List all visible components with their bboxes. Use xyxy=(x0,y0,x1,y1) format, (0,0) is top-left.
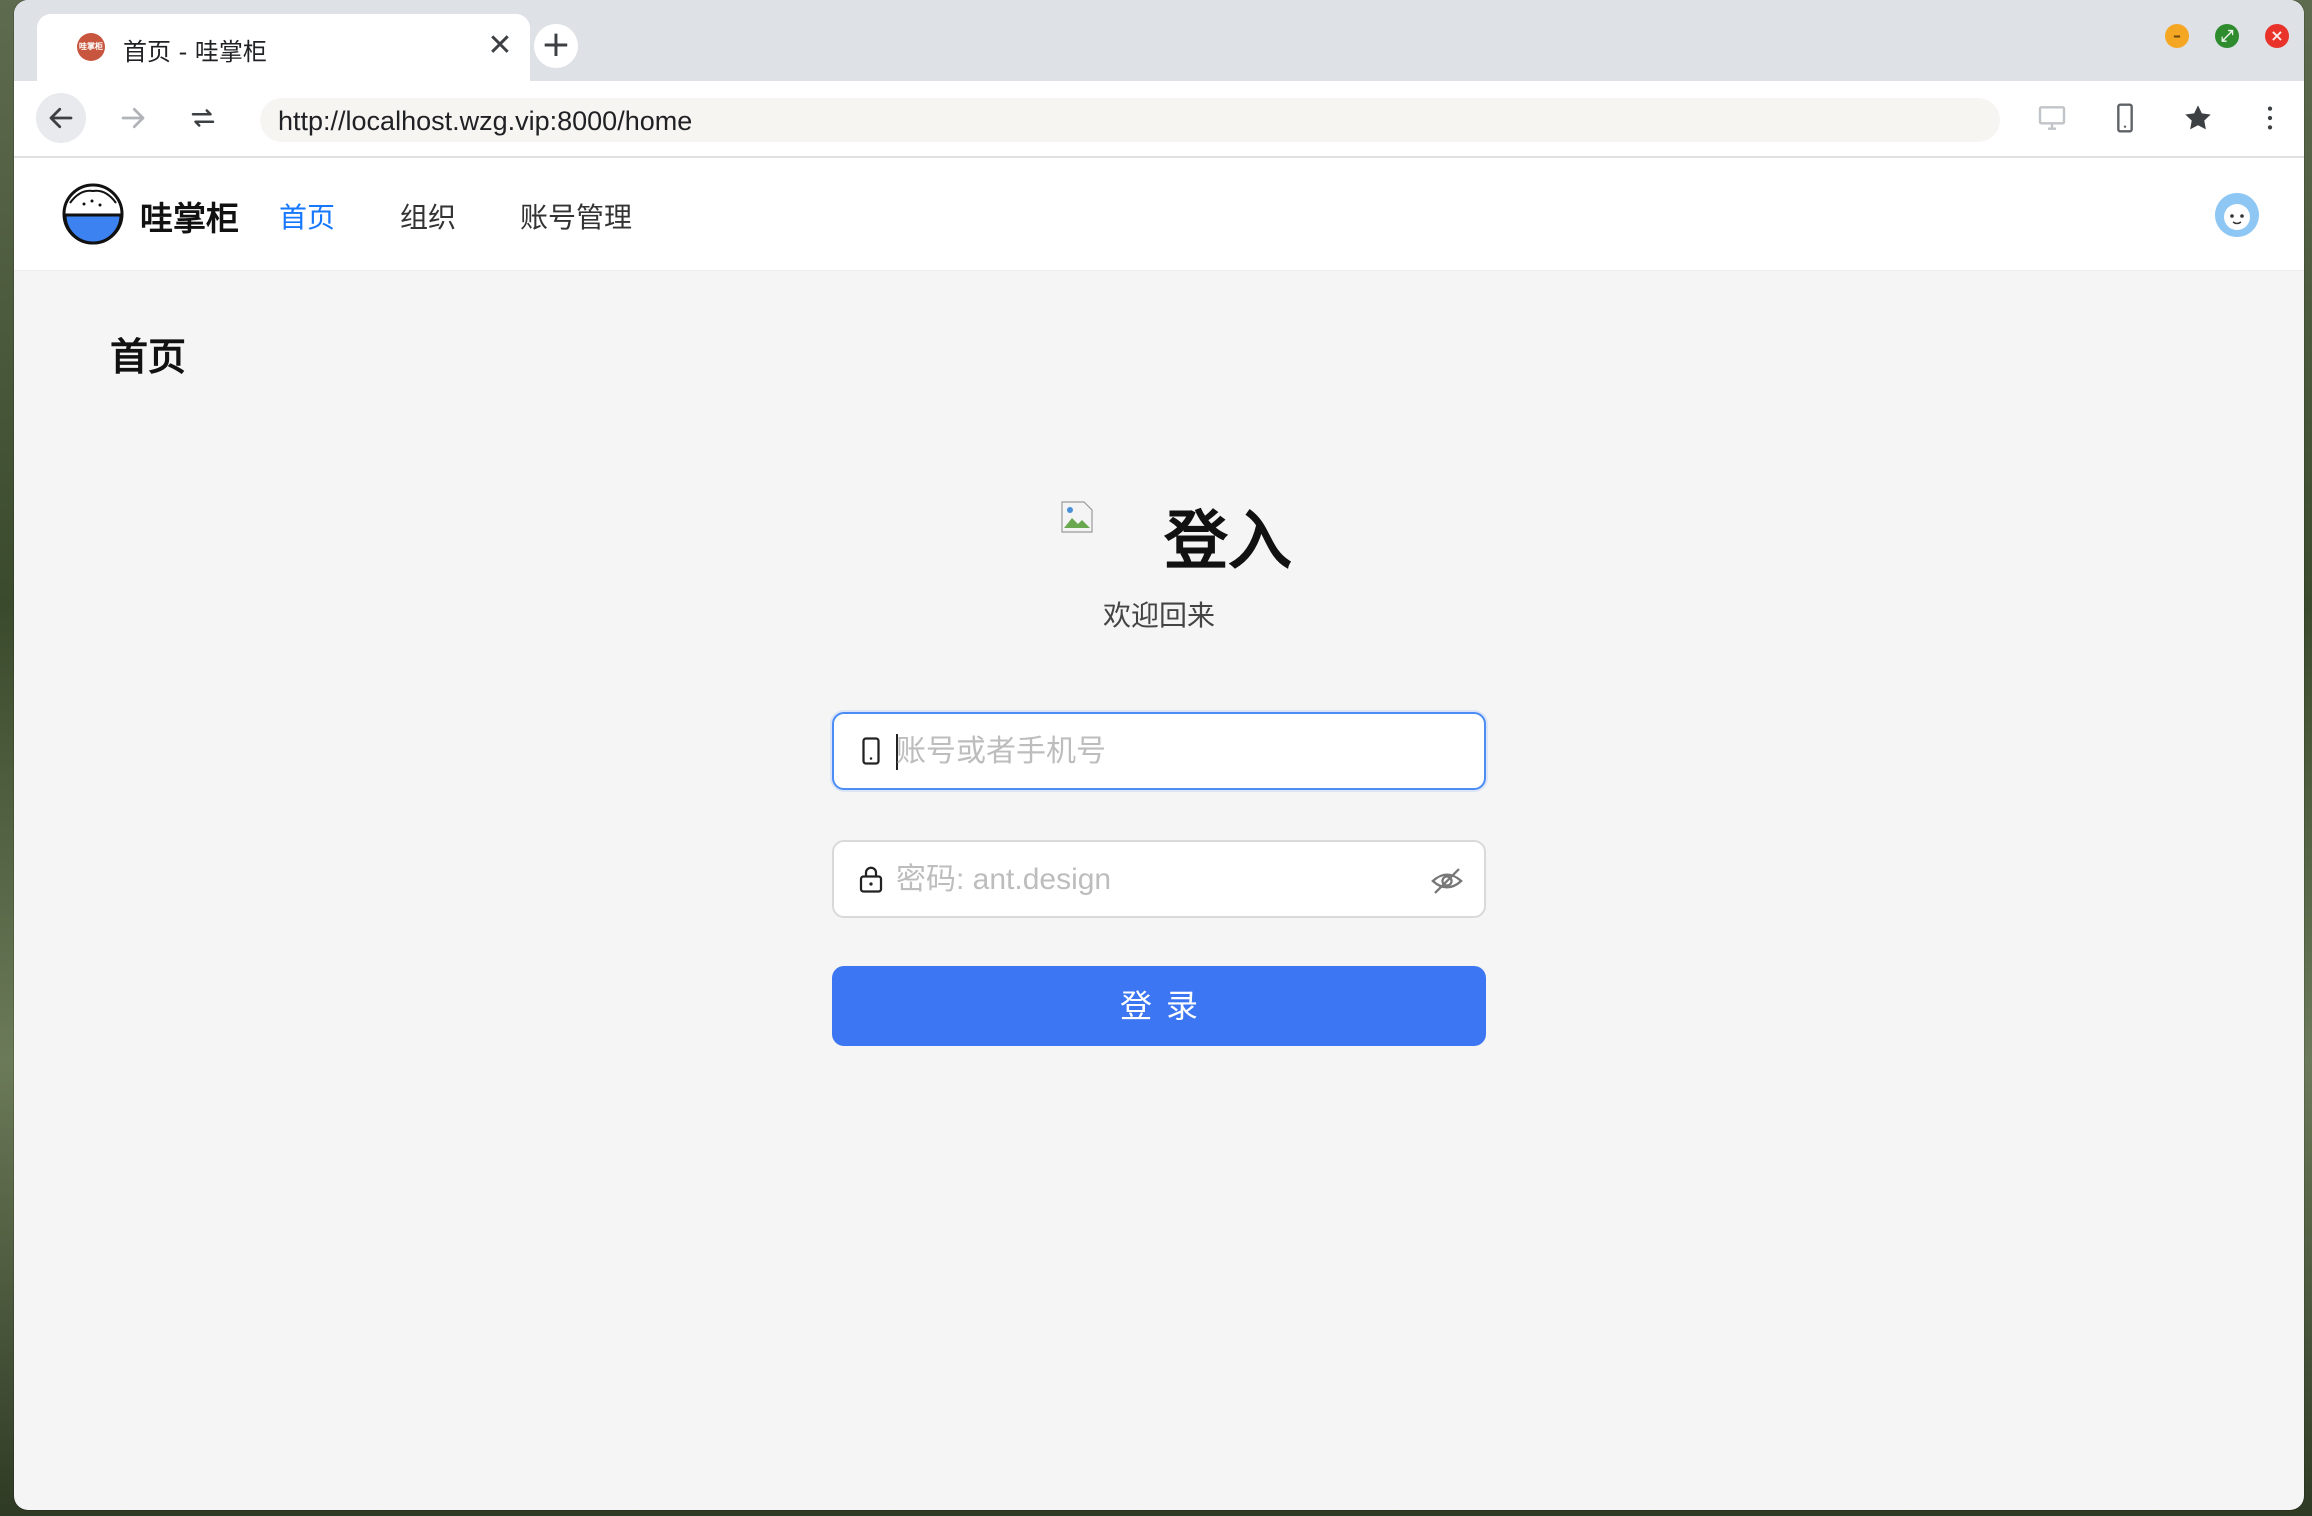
forward-button[interactable] xyxy=(108,93,158,143)
browser-window: 哇掌柜 首页 - 哇掌柜 ✕ + – ⤢ × http://localhost.… xyxy=(14,0,2304,1510)
tab-strip: 哇掌柜 首页 - 哇掌柜 ✕ + – ⤢ × xyxy=(14,0,2304,81)
password-input[interactable] xyxy=(894,854,1418,906)
login-subtitle: 欢迎回来 xyxy=(1102,599,1215,632)
bookmark-button[interactable] xyxy=(2173,93,2223,143)
nav-item-account-management[interactable]: 账号管理 xyxy=(520,196,632,236)
more-vert-icon xyxy=(2267,106,2273,130)
arrow-right-icon xyxy=(121,107,145,129)
new-tab-button[interactable]: + xyxy=(534,24,578,68)
lock-icon xyxy=(859,866,883,893)
browser-menu-button[interactable] xyxy=(2245,93,2295,143)
login-title: 登入 xyxy=(1164,505,1292,579)
back-button[interactable] xyxy=(36,93,86,143)
account-field[interactable] xyxy=(832,712,1486,790)
mobile-icon xyxy=(862,737,880,765)
browser-tab[interactable]: 哇掌柜 首页 - 哇掌柜 ✕ xyxy=(37,14,530,81)
user-avatar[interactable] xyxy=(2215,193,2259,237)
mobile-view-button[interactable] xyxy=(2100,93,2150,143)
mobile-icon xyxy=(2117,103,2133,133)
login-button[interactable]: 登录 xyxy=(832,966,1486,1046)
tab-close-icon[interactable]: ✕ xyxy=(482,28,518,64)
maximize-button[interactable]: ⤢ xyxy=(2215,24,2239,48)
tab-title: 首页 - 哇掌柜 xyxy=(123,38,267,66)
arrow-left-icon xyxy=(49,107,73,129)
browser-toolbar: http://localhost.wzg.vip:8000/home xyxy=(14,81,2304,158)
star-icon xyxy=(2185,105,2211,130)
reload-button[interactable] xyxy=(178,93,228,143)
favicon-icon: 哇掌柜 xyxy=(77,33,105,61)
url-text[interactable]: http://localhost.wzg.vip:8000/home xyxy=(278,106,692,137)
close-window-button[interactable]: × xyxy=(2265,24,2289,48)
account-input[interactable] xyxy=(894,726,1418,778)
password-field[interactable] xyxy=(832,840,1486,918)
desktop-icon xyxy=(2038,106,2066,130)
desktop-view-button[interactable] xyxy=(2027,93,2077,143)
brand-name[interactable]: 哇掌柜 xyxy=(140,192,239,240)
minimize-button[interactable]: – xyxy=(2165,24,2189,48)
logo-icon[interactable] xyxy=(62,183,124,245)
nav-item-home[interactable]: 首页 xyxy=(279,196,335,236)
reload-icon xyxy=(191,109,215,127)
broken-image-icon xyxy=(1061,501,1093,533)
eye-invisible-icon[interactable] xyxy=(1430,864,1464,898)
address-bar[interactable]: http://localhost.wzg.vip:8000/home xyxy=(260,98,2000,142)
page-title: 首页 xyxy=(110,335,187,379)
nav-item-organization[interactable]: 组织 xyxy=(400,196,456,236)
app-header: 哇掌柜 首页 组织 账号管理 xyxy=(14,158,2304,271)
